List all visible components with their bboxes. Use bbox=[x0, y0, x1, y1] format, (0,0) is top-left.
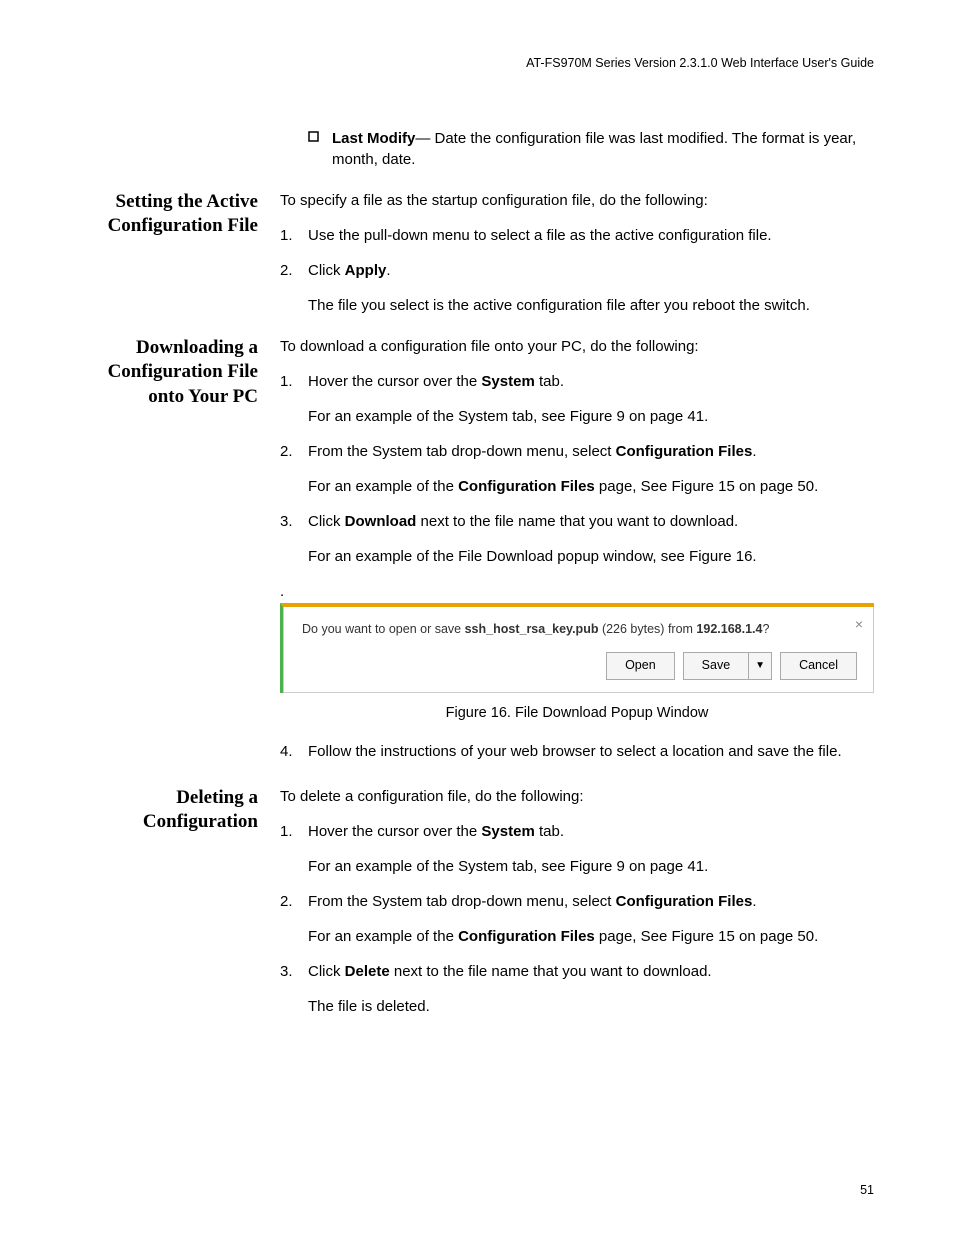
bullet-label: Last Modify bbox=[332, 130, 415, 147]
step-bold: Configuration Files bbox=[616, 893, 753, 910]
step-text: . bbox=[752, 893, 756, 910]
list-item: 4. Follow the instructions of your web b… bbox=[280, 741, 874, 762]
save-button-label[interactable]: Save bbox=[683, 652, 749, 680]
paragraph: To delete a configuration file, do the f… bbox=[280, 786, 874, 807]
step-bold: Configuration Files bbox=[616, 443, 753, 460]
popup-prompt: Do you want to open or save ssh_host_rsa… bbox=[302, 621, 857, 639]
list-item: 3. Click Download next to the file name … bbox=[280, 511, 874, 532]
ol-number: 1. bbox=[280, 371, 308, 392]
step-bold: System bbox=[481, 823, 534, 840]
step-text: . bbox=[752, 443, 756, 460]
step-text: From the System tab drop-down menu, sele… bbox=[308, 443, 616, 460]
save-button[interactable]: Save ▼ bbox=[683, 652, 772, 680]
chevron-down-icon[interactable]: ▼ bbox=[748, 652, 772, 680]
step-text: Click bbox=[308, 262, 345, 279]
list-item: 1. Hover the cursor over the System tab. bbox=[280, 821, 874, 842]
paragraph: To download a configuration file onto yo… bbox=[280, 336, 874, 357]
list-item: 2. From the System tab drop-down menu, s… bbox=[280, 441, 874, 462]
paragraph: For an example of the Configuration File… bbox=[308, 476, 874, 497]
step-text: Click bbox=[308, 513, 345, 530]
side-heading-setting: Setting the Active Configuration File bbox=[80, 190, 258, 239]
step-text: Use the pull-down menu to select a file … bbox=[308, 225, 874, 246]
figure-popup: × Do you want to open or save ssh_host_r… bbox=[280, 603, 874, 693]
step-text: Follow the instructions of your web brow… bbox=[308, 741, 874, 762]
ol-number: 2. bbox=[280, 441, 308, 462]
page-header: AT-FS970M Series Version 2.3.1.0 Web Int… bbox=[80, 55, 874, 73]
paragraph: For an example of the System tab, see Fi… bbox=[308, 856, 874, 877]
figure-caption: Figure 16. File Download Popup Window bbox=[280, 703, 874, 723]
list-item: 2. Click Apply. bbox=[280, 260, 874, 281]
ol-number: 2. bbox=[280, 260, 308, 281]
step-bold: System bbox=[481, 373, 534, 390]
list-item: 1. Hover the cursor over the System tab. bbox=[280, 371, 874, 392]
list-item: Last Modify— Date the configuration file… bbox=[308, 128, 874, 170]
step-bold: Delete bbox=[345, 963, 390, 980]
ol-number: 3. bbox=[280, 511, 308, 532]
step-text: tab. bbox=[535, 373, 564, 390]
step-bold: Apply bbox=[345, 262, 387, 279]
paragraph: For an example of the Configuration File… bbox=[308, 926, 874, 947]
open-button[interactable]: Open bbox=[606, 652, 675, 680]
step-text: next to the file name that you want to d… bbox=[416, 513, 738, 530]
paragraph: The file is deleted. bbox=[308, 996, 874, 1017]
paragraph: The file you select is the active config… bbox=[308, 295, 874, 316]
close-icon[interactable]: × bbox=[855, 615, 863, 635]
step-text: . bbox=[386, 262, 390, 279]
ol-number: 3. bbox=[280, 961, 308, 982]
ol-number: 4. bbox=[280, 741, 308, 762]
paragraph: To specify a file as the startup configu… bbox=[280, 190, 874, 211]
step-text: next to the file name that you want to d… bbox=[390, 963, 712, 980]
step-text: Click bbox=[308, 963, 345, 980]
cancel-button[interactable]: Cancel bbox=[780, 652, 857, 680]
ol-number: 1. bbox=[280, 225, 308, 246]
side-heading-downloading: Downloading a Configuration File onto Yo… bbox=[80, 336, 258, 410]
list-item: 2. From the System tab drop-down menu, s… bbox=[280, 891, 874, 912]
list-item: 3. Click Delete next to the file name th… bbox=[280, 961, 874, 982]
ol-number: 1. bbox=[280, 821, 308, 842]
page-number: 51 bbox=[860, 1182, 874, 1200]
ol-number: 2. bbox=[280, 891, 308, 912]
step-text: Hover the cursor over the bbox=[308, 823, 481, 840]
stray-period: . bbox=[280, 581, 874, 602]
bullet-icon bbox=[308, 128, 332, 170]
step-text: From the System tab drop-down menu, sele… bbox=[308, 893, 616, 910]
paragraph: For an example of the System tab, see Fi… bbox=[308, 406, 874, 427]
side-heading-deleting: Deleting a Configuration bbox=[80, 786, 258, 835]
step-text: tab. bbox=[535, 823, 564, 840]
list-item: 1. Use the pull-down menu to select a fi… bbox=[280, 225, 874, 246]
step-bold: Download bbox=[345, 513, 417, 530]
paragraph: For an example of the File Download popu… bbox=[308, 546, 874, 567]
step-text: Hover the cursor over the bbox=[308, 373, 481, 390]
